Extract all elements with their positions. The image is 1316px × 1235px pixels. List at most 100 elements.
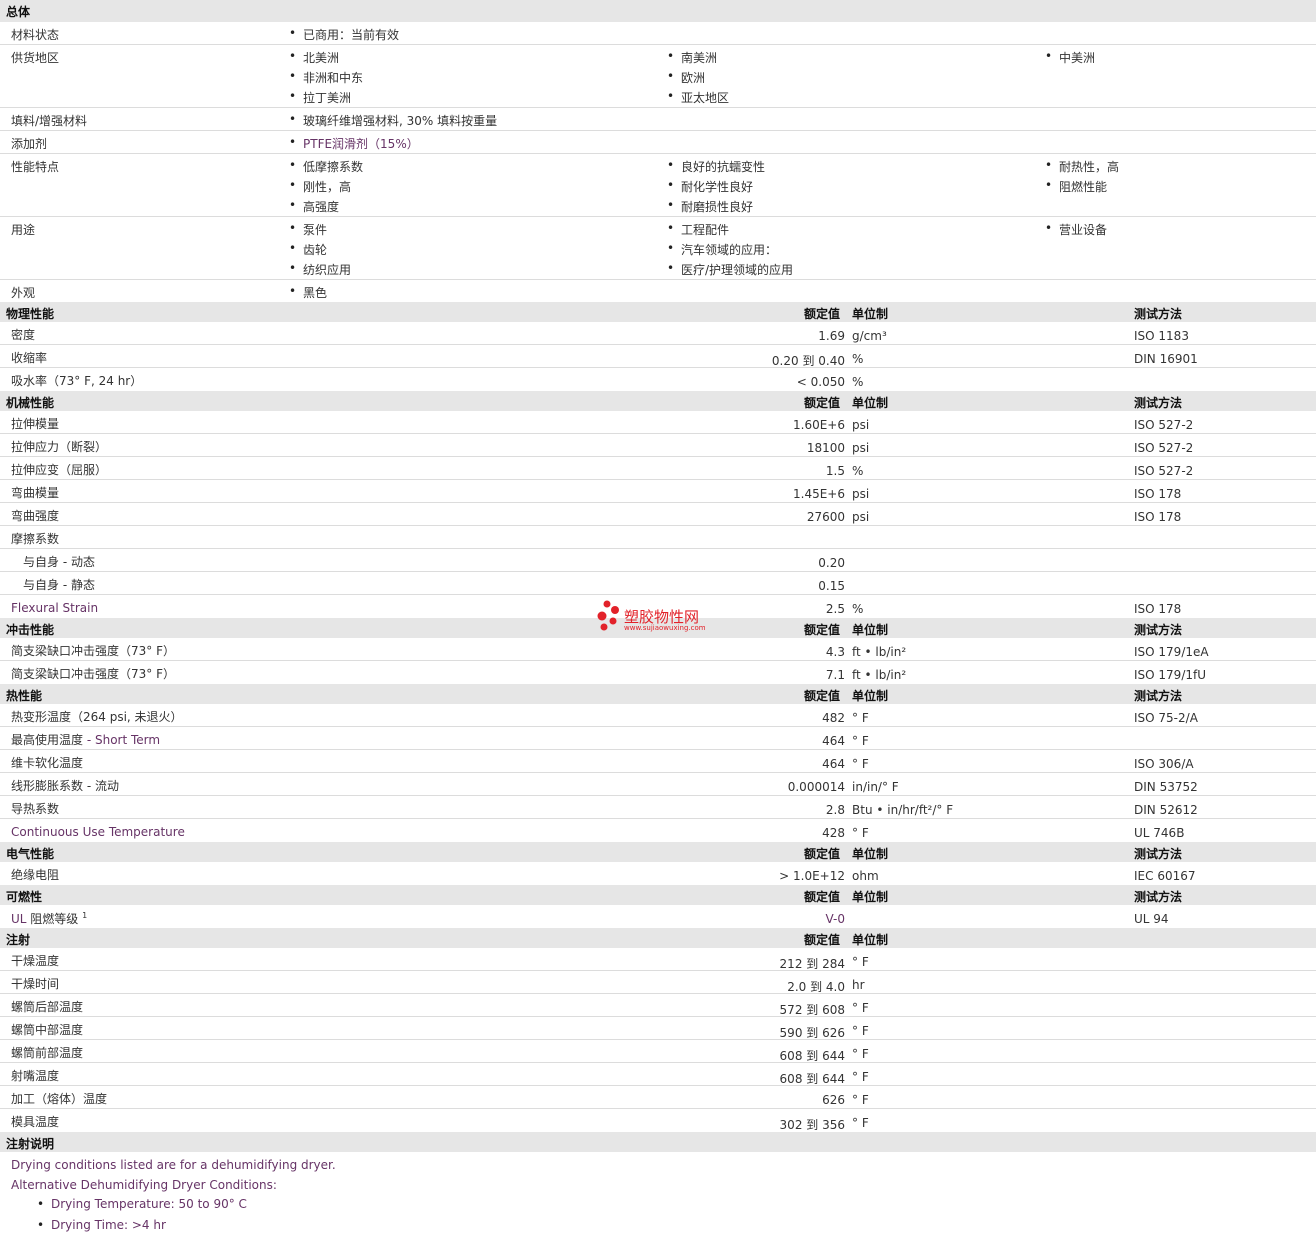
list-item: 阻燃性能: [1045, 178, 1107, 195]
row-label: 填料/增强材料: [11, 114, 88, 128]
row-method: ISO 179/1fU: [1134, 668, 1207, 682]
watermark-url: www.sujiaowuxing.com: [624, 624, 706, 632]
row-label: 摩擦系数: [11, 532, 60, 546]
row-label: 最高使用温度 - Short Term: [11, 731, 160, 748]
row-unit: %: [852, 375, 864, 389]
list-item: 纺织应用: [289, 261, 351, 278]
table-row: 模具温度 302 到 356 ° F: [0, 1109, 1316, 1132]
row-label: 绝缘电阻: [11, 868, 60, 882]
list-item: 高强度: [289, 198, 339, 215]
row-value: 1.5: [825, 464, 845, 478]
header-unit: 单位制: [852, 623, 889, 637]
row-value: 2.8: [825, 803, 845, 817]
row-unit: ° F: [852, 1070, 869, 1084]
row-label: 射嘴温度: [11, 1069, 60, 1083]
row-value: V-0: [825, 912, 845, 926]
section-title: 可燃性: [6, 890, 43, 904]
row-label: 螺筒中部温度: [11, 1023, 84, 1037]
row-features: 性能特点 低摩擦系数 刚性，高 高强度 良好的抗蠕变性 耐化学性良好 耐磨损性良…: [0, 154, 1316, 217]
header-method: 测试方法: [1134, 689, 1183, 703]
ul-link[interactable]: UL: [11, 912, 26, 926]
row-unit: ° F: [852, 734, 869, 748]
row-unit: %: [852, 464, 864, 478]
table-row: 简支梁缺口冲击强度（73° F） 4.3 ft • lb/in² ISO 179…: [0, 638, 1316, 661]
flexural-strain-link[interactable]: Flexural Strain: [11, 601, 98, 615]
row-method: ISO 75-2/A: [1134, 711, 1198, 725]
section-title: 热性能: [6, 689, 43, 703]
row-appearance: 外观 黑色: [0, 280, 1316, 302]
row-method: ISO 306/A: [1134, 757, 1194, 771]
table-row: 最高使用温度 - Short Term 464 ° F: [0, 727, 1316, 750]
row-value: 464: [822, 734, 845, 748]
row-label: 用途: [11, 223, 36, 237]
row-value: 590 到 626: [779, 1026, 845, 1040]
row-value: 464: [822, 757, 845, 771]
row-method: ISO 1183: [1134, 329, 1189, 343]
row-unit: ° F: [852, 711, 869, 725]
header-method: 测试方法: [1134, 847, 1183, 861]
section-mechanical: 机械性能 额定值 单位制 测试方法: [0, 391, 1316, 411]
list-item: 低摩擦系数: [289, 158, 363, 175]
table-row: 拉伸模量 1.60E+6 psi ISO 527-2: [0, 411, 1316, 434]
table-row: 螺筒后部温度 572 到 608 ° F: [0, 994, 1316, 1017]
header-method: 测试方法: [1134, 890, 1183, 904]
header-nominal: 额定值: [804, 396, 841, 410]
table-row: 绝缘电阻 > 1.0E+12 ohm IEC 60167: [0, 862, 1316, 885]
list-item: 泵件: [289, 221, 327, 238]
row-value: 2.0 到 4.0: [787, 980, 845, 994]
row-label: 添加剂: [11, 137, 48, 151]
row-value: 428: [822, 826, 845, 840]
row-label: 简支梁缺口冲击强度（73° F）: [11, 644, 175, 658]
list-item: 欧洲: [667, 69, 705, 86]
row-value: < 0.050: [796, 375, 845, 389]
section-physical: 物理性能 额定值 单位制 测试方法: [0, 302, 1316, 322]
table-row: 射嘴温度 608 到 644 ° F: [0, 1063, 1316, 1086]
header-nominal: 额定值: [804, 933, 841, 947]
section-electrical: 电气性能 额定值 单位制 测试方法: [0, 842, 1316, 862]
row-unit: ° F: [852, 1093, 869, 1107]
row-value: 2.5: [825, 602, 845, 616]
table-row: 弯曲模量 1.45E+6 psi ISO 178: [0, 480, 1316, 503]
row-value: 1.60E+6: [793, 418, 845, 432]
list-item: 南美洲: [667, 49, 717, 66]
list-item: 医疗/护理领域的应用: [667, 261, 793, 278]
note-paragraph: Drying conditions listed are for a dehum…: [11, 1158, 336, 1172]
row-unit: psi: [852, 418, 870, 432]
row-unit: ° F: [852, 1047, 869, 1061]
row-method: ISO 527-2: [1134, 464, 1194, 478]
row-label: 螺筒后部温度: [11, 1000, 84, 1014]
additive-link[interactable]: PTFE润滑剂（15%）: [289, 135, 419, 152]
header-method: 测试方法: [1134, 307, 1183, 321]
row-label: 性能特点: [11, 160, 60, 174]
row-value: 0.20 到 0.40: [771, 354, 845, 368]
header-unit: 单位制: [852, 689, 889, 703]
section-thermal: 热性能 额定值 单位制 测试方法: [0, 684, 1316, 704]
row-unit: ohm: [852, 869, 879, 883]
table-row: 干燥时间 2.0 到 4.0 hr: [0, 971, 1316, 994]
list-item: 耐磨损性良好: [667, 198, 753, 215]
list-item: 黑色: [289, 284, 327, 301]
header-nominal: 额定值: [804, 890, 841, 904]
section-title: 物理性能: [6, 307, 55, 321]
row-unit: psi: [852, 487, 870, 501]
row-label: 线形膨胀系数 - 流动: [11, 779, 119, 793]
watermark-logo: 塑胶物性网 www.sujiaowuxing.com: [596, 600, 706, 635]
row-method: ISO 178: [1134, 602, 1182, 616]
short-term-link[interactable]: - Short Term: [87, 733, 160, 747]
row-label: 密度: [11, 328, 36, 342]
table-row: 与自身 - 静态 0.15: [0, 572, 1316, 595]
row-unit: g/cm³: [852, 329, 887, 343]
row-label: 供货地区: [11, 51, 60, 65]
list-item: 亚太地区: [667, 89, 729, 106]
watermark-dots-icon: [597, 600, 619, 631]
note-list-item: Drying Time: >4 hr: [37, 1218, 166, 1232]
row-value: 7.1: [825, 668, 845, 682]
section-title: 注射说明: [6, 1137, 55, 1151]
list-item: 齿轮: [289, 241, 327, 258]
continuous-use-link[interactable]: Continuous Use Temperature: [11, 825, 185, 839]
row-unit: ° F: [852, 826, 869, 840]
row-label: 弯曲强度: [11, 509, 60, 523]
row-method: ISO 527-2: [1134, 418, 1194, 432]
row-method: ISO 178: [1134, 510, 1182, 524]
row-regions: 供货地区 北美洲 非洲和中东 拉丁美洲 南美洲 欧洲 亚太地区 中美洲: [0, 45, 1316, 108]
